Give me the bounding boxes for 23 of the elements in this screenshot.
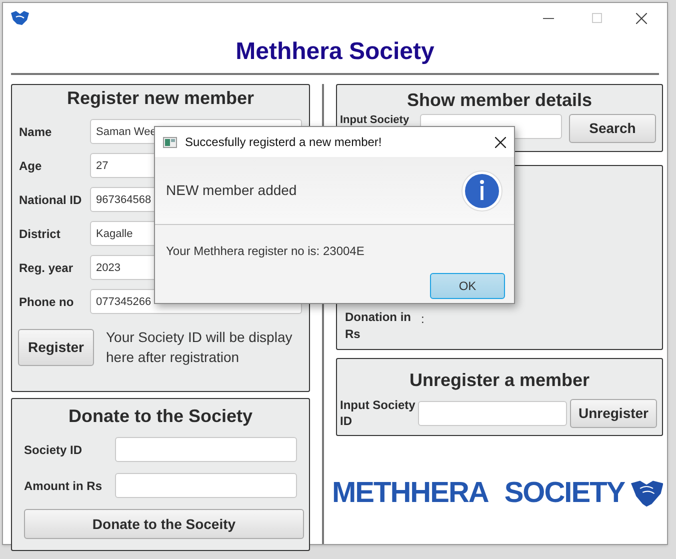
field-label: Society ID	[24, 442, 84, 458]
field-label: Age	[19, 158, 43, 174]
panel-heading: Register new member	[66, 87, 256, 110]
panel-heading: Donate to the Society	[67, 405, 254, 428]
dialog-message: Your Methhera register no is: 23004E	[165, 243, 366, 260]
field-label: Reg. year	[19, 260, 74, 276]
logo-text: METHHERA	[332, 476, 488, 511]
logo-text: SOCIETY	[504, 476, 625, 511]
panel-heading: Unregister a member	[408, 369, 591, 392]
field-label: Phone no	[19, 294, 75, 310]
panel-heading: Show member details	[406, 89, 594, 112]
society-id-note: Your Society ID will be display here after registration	[106, 328, 294, 367]
detail-separator: :	[421, 311, 424, 328]
field-label: Amount in Rs	[24, 478, 103, 494]
field-label: National ID	[19, 192, 83, 208]
app-title: Methhera Society	[234, 37, 436, 67]
dialog-title: Succesfully registerd a new member!	[185, 134, 383, 151]
field-label: Input Society	[340, 114, 410, 127]
field-label: District	[19, 226, 62, 242]
field-label: Name	[19, 124, 53, 140]
detail-label: Donation in Rs	[345, 309, 412, 343]
dialog-header: NEW member added	[166, 181, 298, 200]
field-label: Input Society ID	[340, 397, 416, 429]
